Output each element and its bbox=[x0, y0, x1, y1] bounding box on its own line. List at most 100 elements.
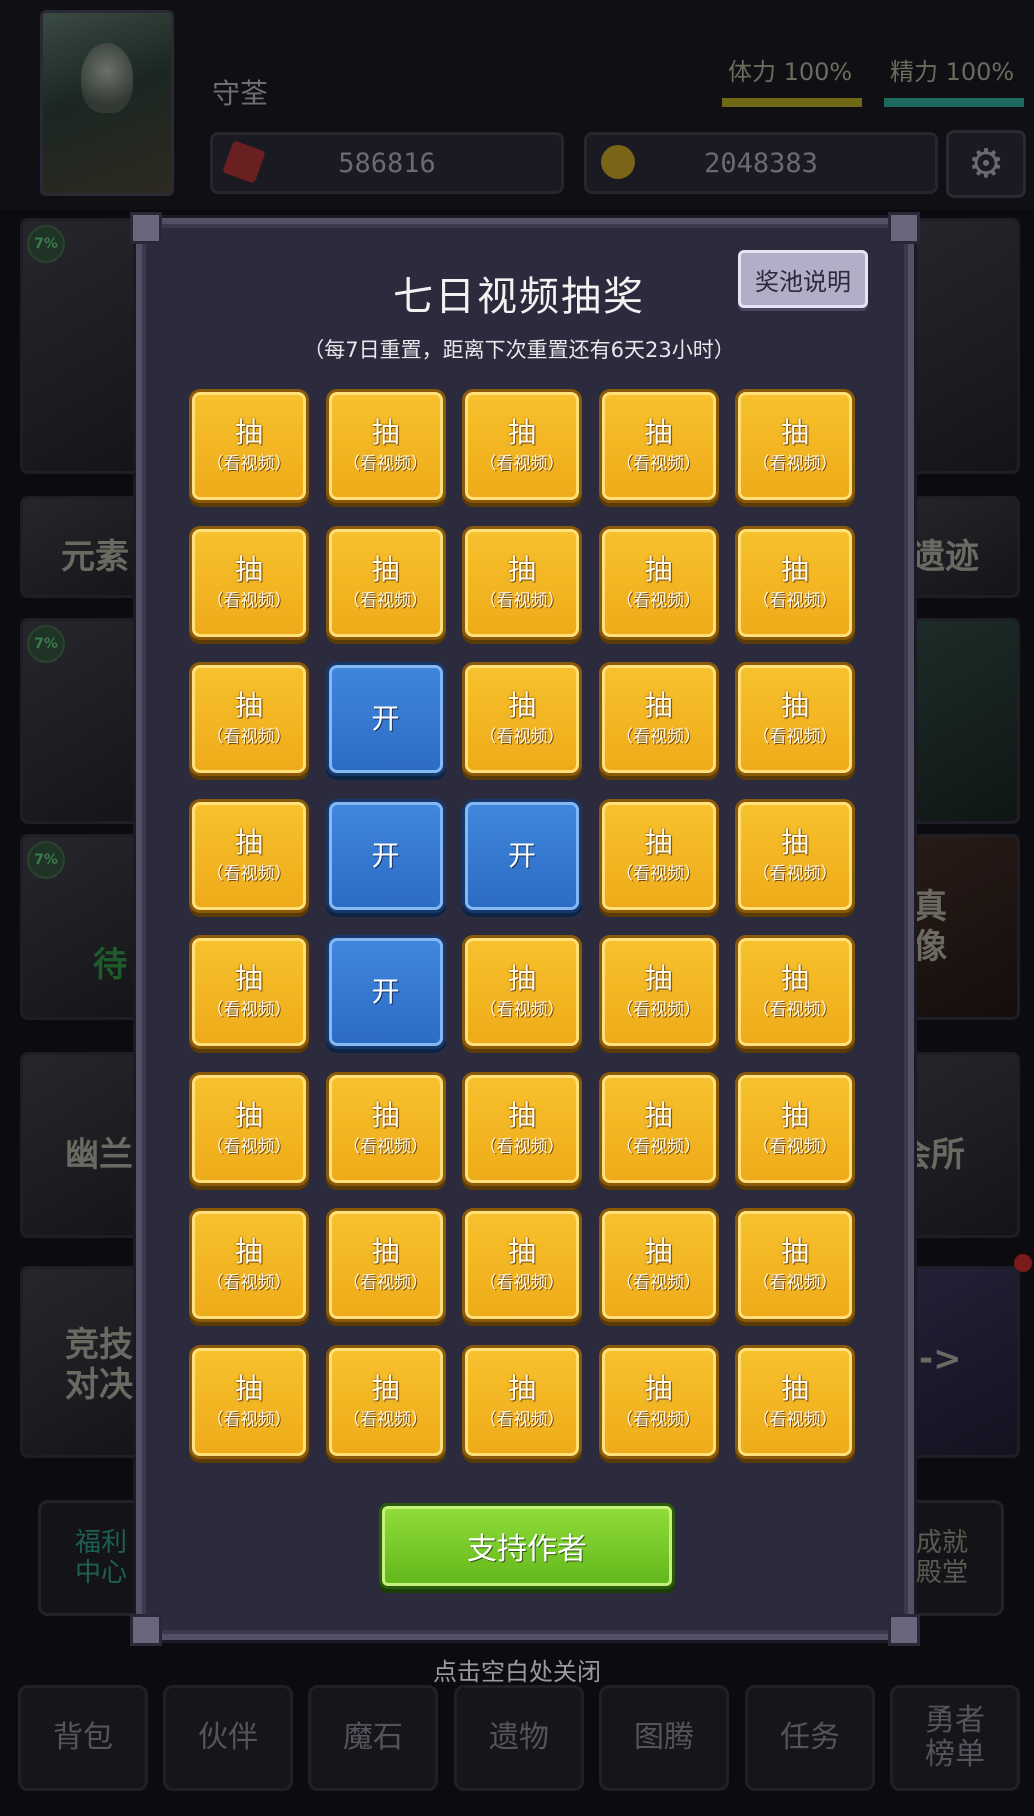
draw-label: 抽 bbox=[507, 689, 536, 722]
draw-tile[interactable]: 抽 （看视频） bbox=[465, 392, 579, 500]
open-tile[interactable]: 开 bbox=[465, 801, 579, 910]
pool-info-label: 奖池说明 bbox=[755, 267, 851, 296]
draw-tile[interactable]: 抽 （看视频） bbox=[465, 528, 579, 637]
draw-tile[interactable]: 抽 （看视频） bbox=[601, 801, 716, 910]
notification-dot bbox=[1014, 1254, 1032, 1272]
draw-tile[interactable]: 抽 （看视频） bbox=[328, 1211, 443, 1319]
nav-relic[interactable]: 遗物 bbox=[454, 1685, 584, 1791]
draw-tile[interactable]: 抽 （看视频） bbox=[738, 528, 852, 637]
draw-tile[interactable]: 抽 （看视频） bbox=[601, 528, 716, 637]
energy-bar bbox=[884, 98, 1024, 107]
watch-video-label: （看视频） bbox=[479, 1000, 565, 1020]
achievement-hall-label: 成就 殿堂 bbox=[915, 1528, 968, 1588]
watch-video-label: （看视频） bbox=[479, 1136, 565, 1157]
open-tile[interactable]: 开 bbox=[328, 938, 443, 1046]
draw-tile[interactable]: 抽 （看视频） bbox=[738, 801, 852, 910]
draw-tile[interactable]: 抽 （看视频） bbox=[738, 938, 852, 1046]
nav-leaderboard[interactable]: 勇者 榜单 bbox=[890, 1685, 1020, 1791]
draw-tile[interactable]: 抽 （看视频） bbox=[465, 1347, 579, 1456]
draw-tile[interactable]: 抽 （看视频） bbox=[192, 938, 306, 1046]
draw-label: 抽 bbox=[371, 552, 400, 586]
draw-tile[interactable]: 抽 （看视频） bbox=[601, 665, 716, 773]
nav-backpack[interactable]: 背包 bbox=[18, 1685, 148, 1791]
open-label: 开 bbox=[371, 838, 400, 872]
watch-video-label: （看视频） bbox=[616, 590, 701, 611]
watch-video-label: （看视频） bbox=[343, 454, 428, 474]
draw-label: 抽 bbox=[644, 689, 673, 722]
watch-video-label: （看视频） bbox=[479, 1273, 565, 1293]
draw-label: 抽 bbox=[780, 416, 809, 449]
draw-tile[interactable]: 抽 （看视频） bbox=[192, 528, 306, 637]
pool-info-button[interactable]: 奖池说明 bbox=[738, 250, 868, 308]
watch-video-label: （看视频） bbox=[752, 1409, 838, 1430]
coin-icon bbox=[601, 145, 635, 179]
nav-quest[interactable]: 任务 bbox=[745, 1685, 875, 1791]
nav-label: 魔石 bbox=[343, 1720, 403, 1755]
draw-label: 抽 bbox=[780, 1371, 809, 1405]
draw-tile[interactable]: 抽 （看视频） bbox=[192, 1347, 306, 1456]
draw-tile[interactable]: 抽 （看视频） bbox=[738, 1347, 852, 1456]
draw-tile[interactable]: 抽 （看视频） bbox=[328, 1347, 443, 1456]
draw-label: 抽 bbox=[234, 689, 263, 722]
nav-totem[interactable]: 图腾 bbox=[599, 1685, 729, 1791]
watch-video-label: （看视频） bbox=[752, 1000, 838, 1020]
draw-tile[interactable]: 抽 （看视频） bbox=[601, 938, 716, 1046]
draw-tile[interactable]: 抽 （看视频） bbox=[465, 1211, 579, 1319]
top-bar: 守荃 体力 100% 精力 100% 586816 2048383 ⚙ bbox=[0, 0, 1034, 210]
draw-tile[interactable]: 抽 （看视频） bbox=[601, 1211, 716, 1319]
draw-label: 抽 bbox=[780, 1098, 809, 1132]
draw-label: 抽 bbox=[234, 416, 263, 449]
draw-tile[interactable]: 抽 （看视频） bbox=[192, 392, 306, 500]
open-tile[interactable]: 开 bbox=[328, 665, 443, 773]
draw-tile[interactable]: 抽 （看视频） bbox=[465, 938, 579, 1046]
gem-amount: 586816 bbox=[338, 147, 436, 179]
draw-tile[interactable]: 抽 （看视频） bbox=[192, 801, 306, 910]
draw-tile[interactable]: 抽 （看视频） bbox=[465, 1074, 579, 1183]
draw-label: 抽 bbox=[234, 1371, 263, 1405]
support-author-label: 支持作者 bbox=[467, 1532, 587, 1567]
draw-tile[interactable]: 抽 （看视频） bbox=[601, 1347, 716, 1456]
draw-tile[interactable]: 抽 （看视频） bbox=[738, 665, 852, 773]
support-author-button[interactable]: 支持作者 bbox=[382, 1506, 672, 1586]
nav-partner[interactable]: 伙伴 bbox=[163, 1685, 293, 1791]
draw-tile[interactable]: 抽 （看视频） bbox=[192, 1074, 306, 1183]
watch-video-label: （看视频） bbox=[479, 727, 565, 747]
draw-label: 抽 bbox=[644, 825, 673, 859]
draw-label: 抽 bbox=[644, 1098, 673, 1132]
settings-button[interactable]: ⚙ bbox=[946, 130, 1026, 198]
draw-tile[interactable]: 抽 （看视频） bbox=[601, 1074, 716, 1183]
draw-label: 抽 bbox=[234, 825, 263, 859]
draw-tile[interactable]: 抽 （看视频） bbox=[328, 392, 443, 500]
nav-label: 任务 bbox=[780, 1720, 840, 1755]
draw-tile[interactable]: 抽 （看视频） bbox=[328, 1074, 443, 1183]
draw-tile[interactable]: 抽 （看视频） bbox=[738, 392, 852, 500]
watch-video-label: （看视频） bbox=[343, 1136, 428, 1157]
nav-magic-stone[interactable]: 魔石 bbox=[308, 1685, 438, 1791]
draw-tile[interactable]: 抽 （看视频） bbox=[601, 392, 716, 500]
nav-label: 遗物 bbox=[489, 1720, 549, 1755]
draw-tile[interactable]: 抽 （看视频） bbox=[328, 528, 443, 637]
watch-video-label: （看视频） bbox=[752, 1136, 838, 1157]
draw-tile[interactable]: 抽 （看视频） bbox=[738, 1074, 852, 1183]
nav-label: 伙伴 bbox=[198, 1720, 258, 1755]
percent-badge: 7% bbox=[27, 225, 65, 263]
frame-corner bbox=[130, 1614, 162, 1646]
player-avatar[interactable] bbox=[40, 10, 174, 196]
watch-video-label: （看视频） bbox=[752, 863, 838, 884]
draw-tile[interactable]: 抽 （看视频） bbox=[738, 1211, 852, 1319]
watch-video-label: （看视频） bbox=[752, 590, 838, 611]
tile-label: 元素 bbox=[61, 537, 129, 577]
watch-video-label: （看视频） bbox=[616, 863, 701, 884]
watch-video-label: （看视频） bbox=[206, 1000, 292, 1020]
watch-video-label: （看视频） bbox=[616, 1409, 701, 1430]
draw-tile[interactable]: 抽 （看视频） bbox=[192, 1211, 306, 1319]
draw-label: 抽 bbox=[644, 1235, 673, 1268]
open-tile[interactable]: 开 bbox=[328, 801, 443, 910]
player-name: 守荃 bbox=[212, 77, 269, 110]
nav-label: 背包 bbox=[53, 1720, 113, 1755]
coin-counter: 2048383 bbox=[584, 132, 938, 194]
draw-tile[interactable]: 抽 （看视频） bbox=[192, 665, 306, 773]
welfare-center-label: 福利 中心 bbox=[74, 1528, 127, 1588]
nav-label: 勇者 榜单 bbox=[925, 1703, 985, 1772]
draw-tile[interactable]: 抽 （看视频） bbox=[465, 665, 579, 773]
